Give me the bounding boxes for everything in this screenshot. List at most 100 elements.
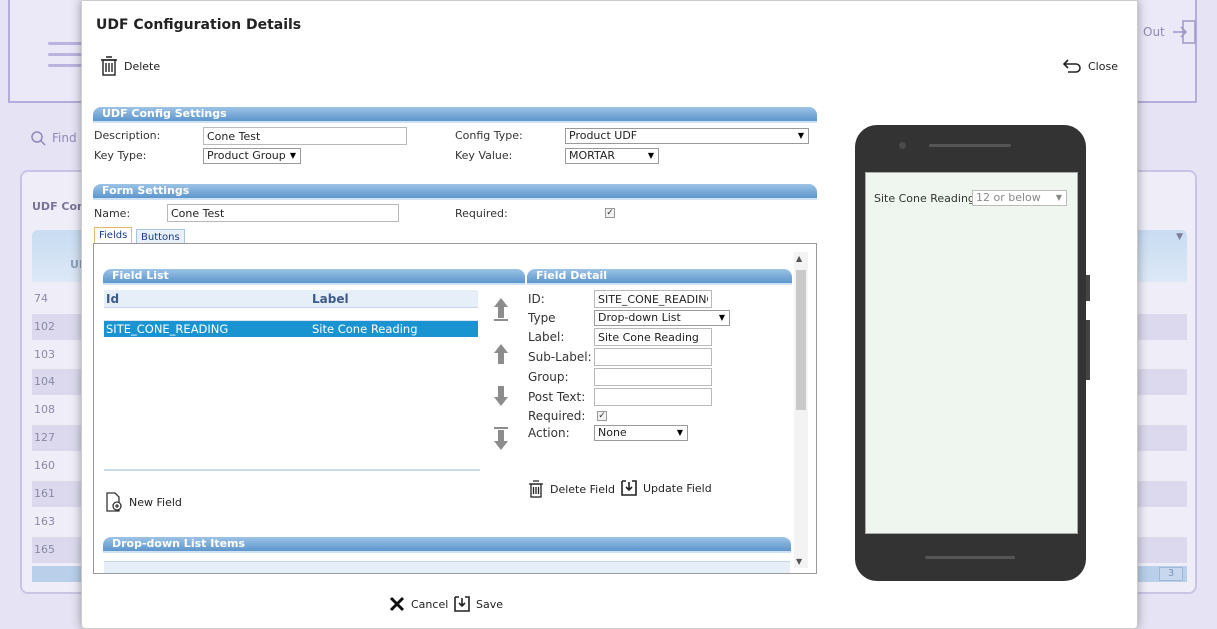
find-label: Find: [52, 131, 77, 145]
id-input[interactable]: [594, 290, 712, 308]
name-input[interactable]: [167, 204, 399, 222]
trash-icon: [529, 480, 543, 498]
chevron-down-icon: ▼: [797, 131, 804, 140]
field-label-label: Label:: [528, 330, 565, 344]
update-field-label: Update Field: [643, 481, 712, 495]
preview-field-label: Site Cone Reading:: [874, 192, 979, 205]
modal-title: UDF Configuration Details: [96, 17, 302, 33]
preview-field-value: 12 or below: [976, 191, 1041, 204]
dropdown-items-grid-header: [104, 561, 790, 573]
chevron-down-icon: ▼: [676, 428, 683, 437]
mobile-preview: Site Cone Reading: 12 or below ▼: [855, 125, 1090, 581]
cancel-button[interactable]: Cancel: [389, 596, 448, 612]
form-settings-header: Form Settings: [93, 184, 817, 200]
key-value-value: MORTAR: [569, 149, 616, 162]
key-value-select[interactable]: MORTAR ▼: [565, 148, 659, 164]
post-text-label: Post Text:: [528, 390, 586, 404]
field-label-input[interactable]: [594, 328, 712, 346]
config-type-label: Config Type:: [455, 129, 523, 142]
delete-field-label: Delete Field: [550, 482, 616, 496]
config-type-select[interactable]: Product UDF ▼: [565, 128, 809, 144]
chevron-down-icon[interactable]: ▼: [1176, 232, 1183, 242]
save-label: Save: [476, 597, 504, 611]
form-required-checkbox[interactable]: ✓: [605, 208, 615, 218]
type-value: Drop-down List: [598, 311, 681, 324]
post-text-input[interactable]: [594, 388, 712, 406]
form-required-label: Required:: [455, 207, 508, 220]
grid-filter-row: [104, 309, 478, 321]
scrollbar-thumb[interactable]: [796, 270, 806, 410]
field-detail-header: Field Detail: [527, 269, 792, 285]
column-header-id[interactable]: Id: [104, 290, 310, 308]
speaker-grille: [929, 144, 1011, 147]
config-type-value: Product UDF: [569, 129, 638, 142]
field-list-divider: [104, 469, 480, 471]
save-button[interactable]: Save: [454, 596, 503, 612]
camera-icon: [899, 142, 906, 149]
action-label: Action:: [528, 426, 570, 440]
sublabel-input[interactable]: [594, 348, 712, 366]
udf-config-settings-header: UDF Config Settings: [93, 107, 817, 123]
chevron-down-icon: ▼: [718, 313, 725, 322]
page-number-button[interactable]: 3: [1159, 567, 1183, 581]
key-type-select[interactable]: Product Group ▼: [203, 148, 301, 164]
sublabel-label: Sub-Label:: [528, 350, 592, 364]
chevron-down-icon: ▼: [289, 151, 296, 160]
tab-fields[interactable]: Fields: [94, 227, 133, 243]
key-value-label: Key Value:: [455, 149, 513, 162]
new-field-label: New Field: [129, 495, 182, 509]
search-icon: [31, 131, 46, 146]
dropdown-list-items-header: Drop-down List Items: [103, 537, 791, 553]
scroll-up-icon[interactable]: ▲: [796, 254, 802, 263]
column-header-label[interactable]: Label: [310, 290, 478, 308]
logout-label: Out: [1143, 25, 1165, 39]
table-row-label[interactable]: Site Cone Reading: [310, 321, 478, 337]
update-field-button[interactable]: Update Field: [621, 480, 712, 496]
save-icon: [454, 596, 470, 612]
phone-volume-button: [1086, 320, 1090, 380]
close-button[interactable]: Close: [1062, 58, 1118, 74]
key-type-label: Key Type:: [94, 149, 147, 162]
new-field-button[interactable]: New Field: [105, 492, 182, 512]
vertical-scrollbar[interactable]: ▲ ▼: [794, 252, 808, 568]
action-select[interactable]: None ▼: [594, 425, 688, 441]
delete-button[interactable]: Delete: [100, 56, 160, 76]
trash-icon: [101, 56, 117, 76]
fields-tab-panel: Field List Id Label SITE_CONE_READING Si…: [93, 243, 817, 574]
key-type-value: Product Group: [207, 149, 286, 162]
close-label: Close: [1088, 59, 1118, 73]
field-required-checkbox[interactable]: ✓: [597, 411, 607, 421]
description-label: Description:: [94, 129, 161, 142]
delete-label: Delete: [124, 59, 161, 73]
new-file-icon: [106, 492, 122, 512]
chevron-down-icon: ▼: [1055, 193, 1062, 202]
move-up-icon[interactable]: [491, 342, 511, 371]
move-top-icon[interactable]: [491, 296, 511, 327]
close-icon: [389, 596, 405, 612]
table-row-id[interactable]: SITE_CONE_READING: [104, 321, 310, 337]
type-label: Type: [528, 311, 556, 325]
name-label: Name:: [94, 207, 131, 220]
phone-bottom-bar: [925, 556, 1015, 559]
move-down-icon[interactable]: [491, 384, 511, 413]
delete-field-button[interactable]: Delete Field: [528, 480, 615, 498]
preview-field-select[interactable]: 12 or below ▼: [972, 190, 1067, 206]
group-input[interactable]: [594, 368, 712, 386]
preview-screen: Site Cone Reading: 12 or below ▼: [865, 172, 1078, 534]
logout-button[interactable]: Out: [1143, 19, 1197, 45]
hamburger-menu-icon[interactable]: [48, 42, 82, 75]
group-label: Group:: [528, 370, 569, 384]
save-icon: [621, 480, 637, 496]
chevron-down-icon: ▼: [647, 151, 654, 160]
find-button[interactable]: Find: [30, 130, 77, 146]
scroll-down-icon[interactable]: ▼: [796, 557, 802, 566]
cancel-label: Cancel: [411, 597, 449, 611]
id-label: ID:: [528, 292, 545, 306]
type-select[interactable]: Drop-down List ▼: [594, 310, 730, 326]
description-input[interactable]: [203, 127, 407, 145]
logout-icon: [1172, 20, 1196, 44]
field-required-label: Required:: [528, 409, 586, 423]
phone-side-button: [1086, 275, 1090, 301]
field-list-header: Field List: [103, 269, 525, 285]
move-bottom-icon[interactable]: [491, 426, 511, 457]
